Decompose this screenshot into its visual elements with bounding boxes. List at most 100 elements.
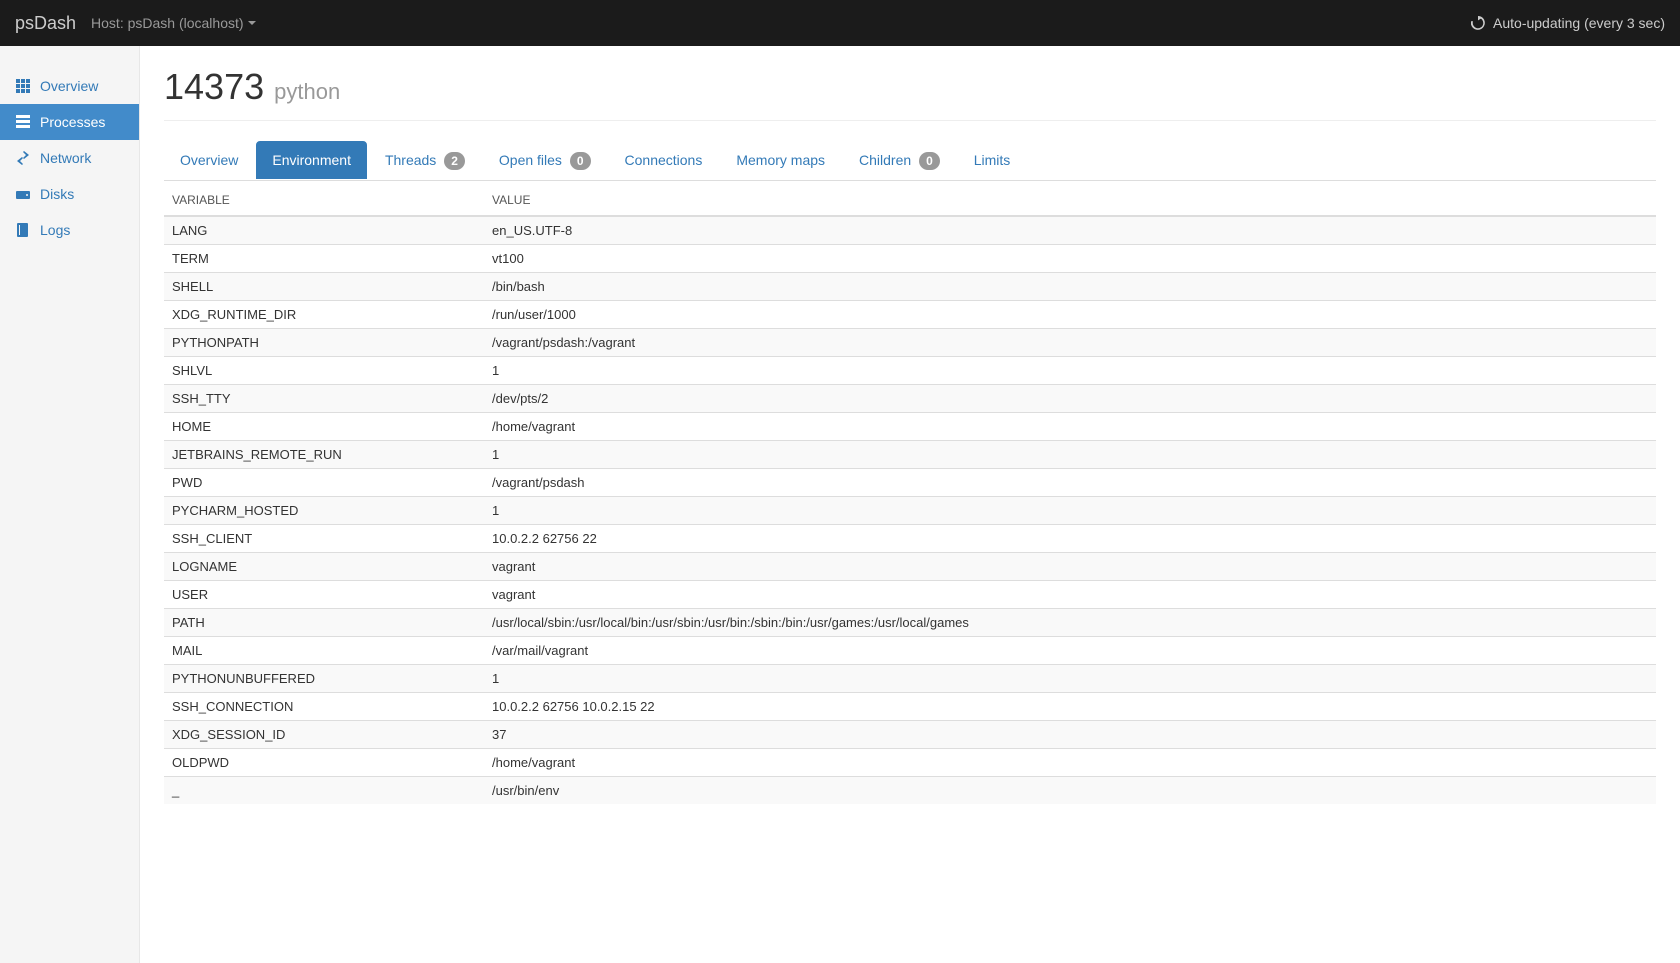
table-row: SHLVL1	[164, 357, 1656, 385]
env-value: /usr/local/sbin:/usr/local/bin:/usr/sbin…	[484, 609, 1656, 637]
env-variable: HOME	[164, 413, 484, 441]
navbar: psDash Host: psDash (localhost) Auto-upd…	[0, 0, 1680, 46]
tab-open-files[interactable]: Open files 0	[483, 141, 607, 181]
env-value: en_US.UTF-8	[484, 216, 1656, 245]
caret-icon	[248, 21, 256, 25]
env-variable: PYTHONUNBUFFERED	[164, 665, 484, 693]
sidebar-item-label: Logs	[40, 222, 70, 238]
env-variable: SSH_CLIENT	[164, 525, 484, 553]
env-variable: LOGNAME	[164, 553, 484, 581]
tab-badge: 2	[444, 152, 465, 170]
env-variable: TERM	[164, 245, 484, 273]
table-row: SSH_CLIENT10.0.2.2 62756 22	[164, 525, 1656, 553]
env-variable: USER	[164, 581, 484, 609]
tab-threads[interactable]: Threads 2	[369, 141, 481, 181]
env-value: 1	[484, 497, 1656, 525]
sidebar-item-overview[interactable]: Overview	[0, 68, 139, 104]
sidebar-item-processes[interactable]: Processes	[0, 104, 139, 140]
table-row: LANGen_US.UTF-8	[164, 216, 1656, 245]
sidebar: Overview Processes Network Disks Logs	[0, 46, 140, 963]
env-value: 37	[484, 721, 1656, 749]
env-variable: LANG	[164, 216, 484, 245]
table-row: TERMvt100	[164, 245, 1656, 273]
env-variable: SSH_TTY	[164, 385, 484, 413]
page-header: 14373 python	[164, 66, 1656, 121]
env-table: VARIABLE VALUE LANGen_US.UTF-8TERMvt100S…	[164, 185, 1656, 804]
main-content: 14373 python OverviewEnvironmentThreads …	[140, 46, 1680, 963]
host-dropdown[interactable]: Host: psDash (localhost)	[91, 15, 256, 31]
host-label: Host: psDash (localhost)	[91, 15, 244, 31]
auto-update-toggle[interactable]: Auto-updating (every 3 sec)	[1471, 15, 1665, 31]
env-value: 10.0.2.2 62756 22	[484, 525, 1656, 553]
table-row: USERvagrant	[164, 581, 1656, 609]
env-variable: JETBRAINS_REMOTE_RUN	[164, 441, 484, 469]
refresh-icon	[1471, 16, 1485, 30]
table-row: JETBRAINS_REMOTE_RUN1	[164, 441, 1656, 469]
brand-link[interactable]: psDash	[15, 13, 91, 34]
env-value: /run/user/1000	[484, 301, 1656, 329]
hdd-icon	[16, 187, 32, 201]
tab-overview[interactable]: Overview	[164, 141, 254, 179]
process-pid: 14373	[164, 66, 264, 107]
env-value: /vagrant/psdash:/vagrant	[484, 329, 1656, 357]
grid-icon	[16, 79, 32, 93]
tab-badge: 0	[919, 152, 940, 170]
env-value: /home/vagrant	[484, 413, 1656, 441]
table-row: LOGNAMEvagrant	[164, 553, 1656, 581]
env-value: /dev/pts/2	[484, 385, 1656, 413]
table-row: SSH_TTY/dev/pts/2	[164, 385, 1656, 413]
table-row: PYTHONPATH/vagrant/psdash:/vagrant	[164, 329, 1656, 357]
sidebar-item-label: Processes	[40, 114, 105, 130]
tab-children[interactable]: Children 0	[843, 141, 956, 181]
table-row: PYTHONUNBUFFERED1	[164, 665, 1656, 693]
tab-limits[interactable]: Limits	[958, 141, 1027, 179]
col-value: VALUE	[484, 185, 1656, 216]
env-variable: XDG_RUNTIME_DIR	[164, 301, 484, 329]
table-row: XDG_RUNTIME_DIR/run/user/1000	[164, 301, 1656, 329]
env-variable: SHELL	[164, 273, 484, 301]
table-row: PWD/vagrant/psdash	[164, 469, 1656, 497]
env-variable: MAIL	[164, 637, 484, 665]
sidebar-item-disks[interactable]: Disks	[0, 176, 139, 212]
table-row: PATH/usr/local/sbin:/usr/local/bin:/usr/…	[164, 609, 1656, 637]
env-value: 10.0.2.2 62756 10.0.2.15 22	[484, 693, 1656, 721]
env-value: 1	[484, 357, 1656, 385]
table-row: _/usr/bin/env	[164, 777, 1656, 805]
env-variable: PYTHONPATH	[164, 329, 484, 357]
table-row: MAIL/var/mail/vagrant	[164, 637, 1656, 665]
sidebar-item-label: Overview	[40, 78, 98, 94]
env-variable: SHLVL	[164, 357, 484, 385]
tab-memory-maps[interactable]: Memory maps	[720, 141, 841, 179]
env-variable: _	[164, 777, 484, 805]
env-value: /var/mail/vagrant	[484, 637, 1656, 665]
table-row: XDG_SESSION_ID37	[164, 721, 1656, 749]
env-value: vagrant	[484, 553, 1656, 581]
transfer-icon	[16, 151, 32, 165]
auto-update-label: Auto-updating (every 3 sec)	[1493, 15, 1665, 31]
env-variable: XDG_SESSION_ID	[164, 721, 484, 749]
tab-environment[interactable]: Environment	[256, 141, 367, 179]
sidebar-item-logs[interactable]: Logs	[0, 212, 139, 248]
env-value: 1	[484, 441, 1656, 469]
env-variable: PYCHARM_HOSTED	[164, 497, 484, 525]
book-icon	[16, 223, 32, 237]
col-variable: VARIABLE	[164, 185, 484, 216]
table-row: SHELL/bin/bash	[164, 273, 1656, 301]
sidebar-item-network[interactable]: Network	[0, 140, 139, 176]
env-value: vt100	[484, 245, 1656, 273]
env-value: /bin/bash	[484, 273, 1656, 301]
table-row: SSH_CONNECTION10.0.2.2 62756 10.0.2.15 2…	[164, 693, 1656, 721]
env-variable: OLDPWD	[164, 749, 484, 777]
tasks-icon	[16, 115, 32, 129]
env-value: /home/vagrant	[484, 749, 1656, 777]
table-row: PYCHARM_HOSTED1	[164, 497, 1656, 525]
tab-connections[interactable]: Connections	[609, 141, 719, 179]
env-variable: PATH	[164, 609, 484, 637]
process-tabs: OverviewEnvironmentThreads 2Open files 0…	[164, 141, 1656, 181]
env-variable: PWD	[164, 469, 484, 497]
page-title: 14373 python	[164, 66, 1656, 108]
env-variable: SSH_CONNECTION	[164, 693, 484, 721]
env-value: 1	[484, 665, 1656, 693]
sidebar-item-label: Disks	[40, 186, 74, 202]
tab-badge: 0	[570, 152, 591, 170]
